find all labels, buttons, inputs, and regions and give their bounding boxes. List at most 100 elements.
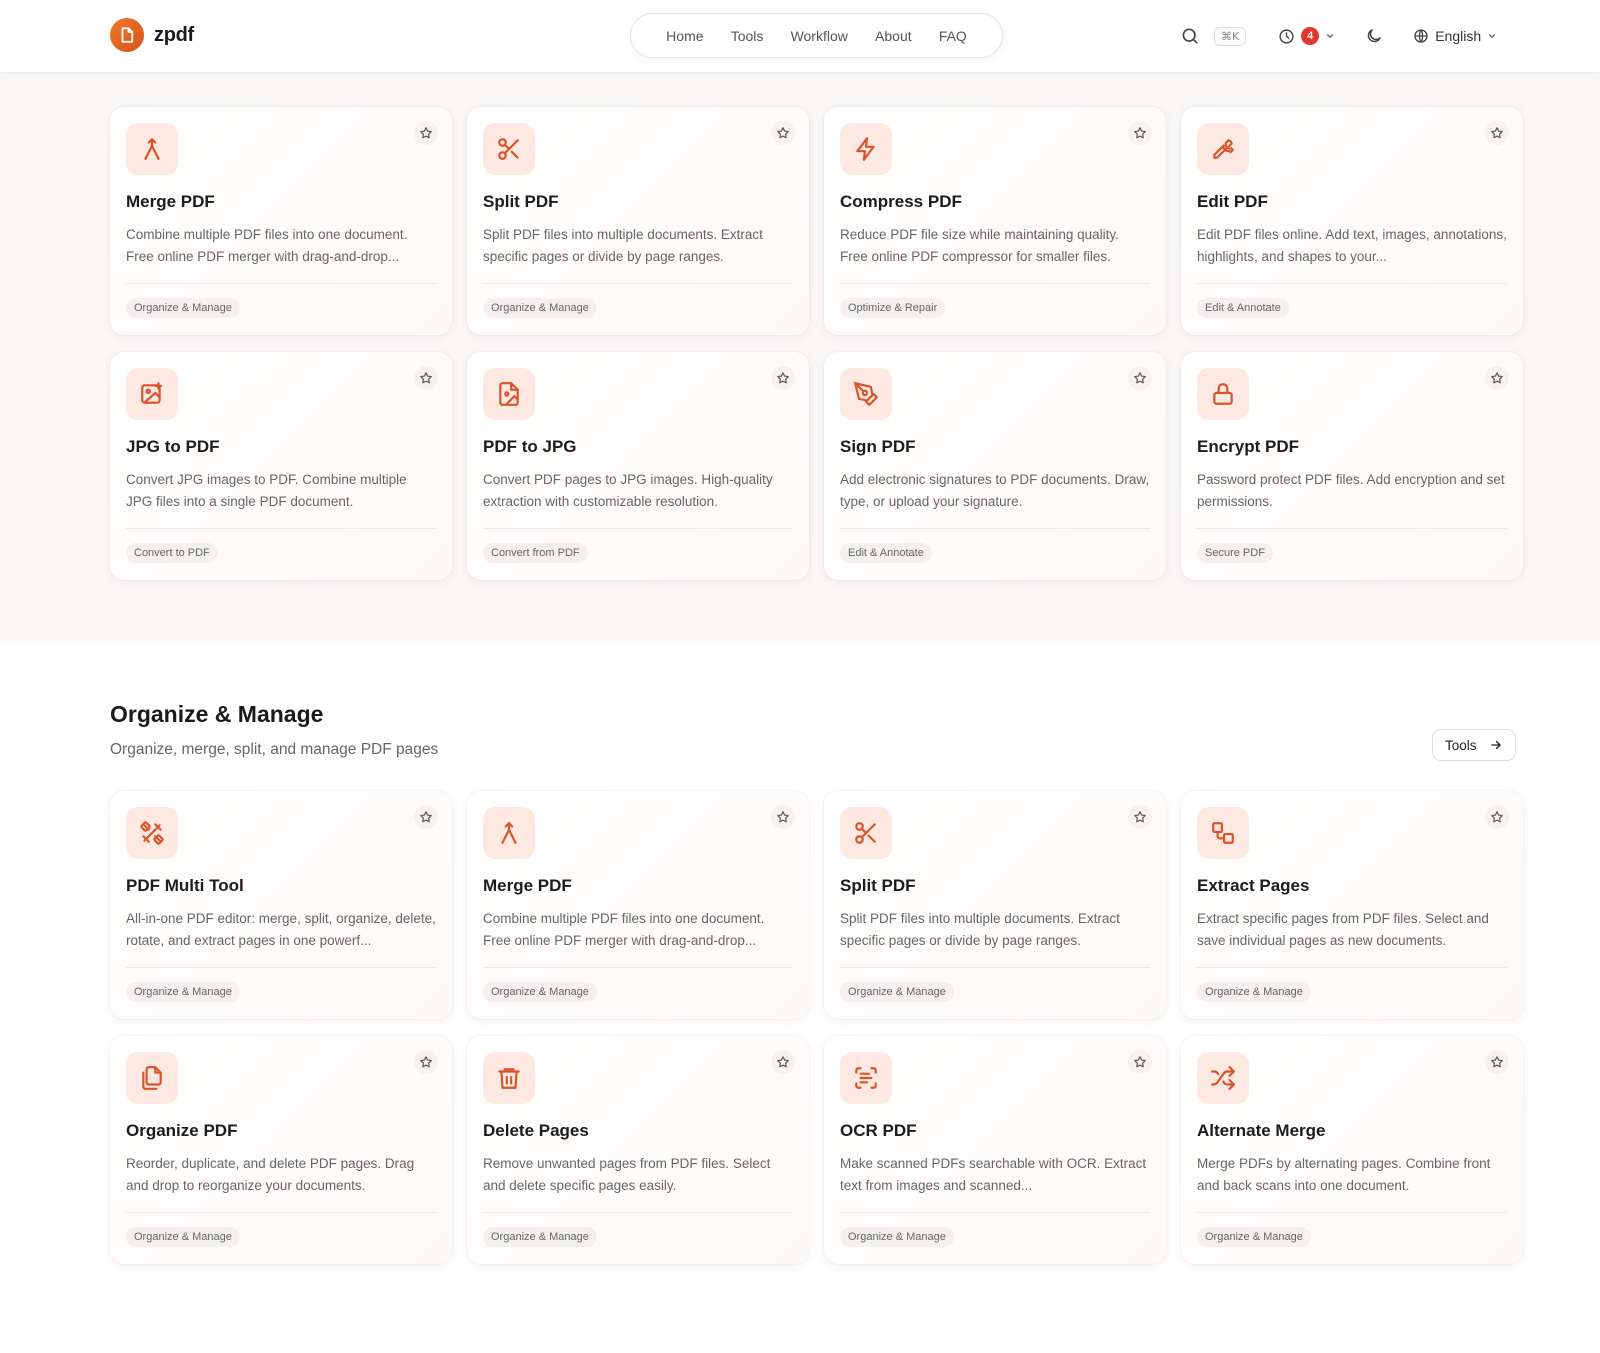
tool-card[interactable]: Split PDF Split PDF files into multiple … [824, 791, 1166, 1019]
history-button[interactable]: 4 [1278, 27, 1335, 45]
clock-icon [1279, 28, 1294, 44]
tool-title: PDF Multi Tool [126, 876, 244, 895]
tool-card[interactable]: JPG to PDF Convert JPG images to PDF. Co… [110, 352, 452, 580]
tool-description: Reduce PDF file size while maintaining q… [840, 227, 1119, 264]
scan-text-icon [855, 1067, 877, 1089]
favorite-star-button[interactable] [1485, 121, 1509, 145]
tool-card[interactable]: Sign PDF Add electronic signatures to PD… [824, 352, 1166, 580]
favorite-star-button[interactable] [1128, 121, 1152, 145]
tool-icon-wrapper [483, 1052, 535, 1104]
favorite-star-button[interactable] [1485, 805, 1509, 829]
tool-card[interactable]: OCR PDF Make scanned PDFs searchable wit… [824, 1036, 1166, 1264]
tool-icon-wrapper [1197, 123, 1249, 175]
favorite-star-button[interactable] [414, 366, 438, 390]
category-tag[interactable]: Organize & Manage [483, 298, 597, 318]
tool-card[interactable]: Alternate Merge Merge PDFs by alternatin… [1181, 1036, 1523, 1264]
multi-tool-icon [140, 821, 164, 845]
logo[interactable]: zpdf [110, 18, 194, 52]
favorite-star-button[interactable] [414, 1050, 438, 1074]
moon-icon[interactable] [1365, 27, 1383, 45]
favorite-star-button[interactable] [414, 805, 438, 829]
scissors-icon [855, 822, 876, 844]
category-tag[interactable]: Convert from PDF [483, 543, 588, 563]
tool-title: Merge PDF [483, 876, 572, 895]
category-tag[interactable]: Edit & Annotate [1197, 298, 1289, 318]
category-tag[interactable]: Organize & Manage [840, 1227, 954, 1247]
tool-icon-wrapper [840, 368, 892, 420]
card-divider [483, 528, 793, 529]
tool-title: Compress PDF [840, 192, 962, 211]
nav-about[interactable]: About [875, 28, 912, 44]
search-shortcut[interactable]: ⌘K [1214, 26, 1247, 46]
tool-title: Alternate Merge [1197, 1121, 1326, 1140]
tool-card[interactable]: Compress PDF Reduce PDF file size while … [824, 107, 1166, 335]
header-actions: ⌘K 4 English [1180, 22, 1497, 50]
logo-icon [110, 18, 144, 52]
nav-tools[interactable]: Tools [731, 28, 764, 44]
favorite-star-button[interactable] [1128, 366, 1152, 390]
favorite-star-button[interactable] [1128, 1050, 1152, 1074]
tool-description: Add electronic signatures to PDF documen… [840, 472, 1150, 509]
pen-tool-icon [854, 382, 878, 406]
category-tag[interactable]: Organize & Manage [126, 298, 240, 318]
category-tag[interactable]: Edit & Annotate [840, 543, 932, 563]
card-divider [840, 283, 1150, 284]
category-tag[interactable]: Organize & Manage [840, 982, 954, 1002]
tool-card[interactable]: Merge PDF Combine multiple PDF files int… [467, 791, 809, 1019]
view-tools-button[interactable]: Tools [1432, 729, 1516, 761]
category-tag[interactable]: Organize & Manage [1197, 1227, 1311, 1247]
nav-home[interactable]: Home [666, 28, 703, 44]
tool-icon-wrapper [483, 368, 535, 420]
star-icon [420, 372, 432, 384]
tool-title: Edit PDF [1197, 192, 1268, 211]
star-icon [777, 1056, 789, 1068]
tool-card[interactable]: Delete Pages Remove unwanted pages from … [467, 1036, 809, 1264]
nav-workflow[interactable]: Workflow [791, 28, 848, 44]
favorite-star-button[interactable] [771, 121, 795, 145]
tool-description: Combine multiple PDF files into one docu… [483, 911, 765, 948]
favorite-star-button[interactable] [1485, 1050, 1509, 1074]
file-image-icon [499, 382, 519, 406]
favorite-star-button[interactable] [414, 121, 438, 145]
tool-card[interactable]: Encrypt PDF Password protect PDF files. … [1181, 352, 1523, 580]
tool-icon-wrapper [840, 123, 892, 175]
card-divider [1197, 528, 1507, 529]
favorite-star-button[interactable] [771, 805, 795, 829]
star-icon [420, 127, 432, 139]
tool-title: Sign PDF [840, 437, 916, 456]
tool-title: Merge PDF [126, 192, 215, 211]
favorite-star-button[interactable] [1485, 366, 1509, 390]
category-tag[interactable]: Secure PDF [1197, 543, 1273, 563]
category-tag[interactable]: Organize & Manage [483, 1227, 597, 1247]
tool-description: Reorder, duplicate, and delete PDF pages… [126, 1156, 415, 1193]
category-tag[interactable]: Organize & Manage [126, 982, 240, 1002]
star-icon [777, 127, 789, 139]
tool-card[interactable]: Organize PDF Reorder, duplicate, and del… [110, 1036, 452, 1264]
nav-faq[interactable]: FAQ [939, 28, 967, 44]
brand-name: zpdf [154, 23, 194, 46]
search-icon[interactable] [1180, 26, 1200, 46]
category-tag[interactable]: Organize & Manage [1197, 982, 1311, 1002]
favorite-star-button[interactable] [771, 366, 795, 390]
favorite-star-button[interactable] [771, 1050, 795, 1074]
category-tag[interactable]: Optimize & Repair [840, 298, 946, 318]
favorite-star-button[interactable] [1128, 805, 1152, 829]
language-label: English [1435, 28, 1482, 44]
tool-title: Organize PDF [126, 1121, 238, 1140]
tool-description: Merge PDFs by alternating pages. Combine… [1197, 1156, 1491, 1193]
tool-card[interactable]: PDF Multi Tool All-in-one PDF editor: me… [110, 791, 452, 1019]
tool-card[interactable]: Edit PDF Edit PDF files online. Add text… [1181, 107, 1523, 335]
card-divider [840, 1212, 1150, 1213]
language-selector[interactable]: English [1413, 28, 1497, 44]
tool-description: Convert JPG images to PDF. Combine multi… [126, 472, 407, 509]
category-tag[interactable]: Organize & Manage [126, 1227, 240, 1247]
category-tag[interactable]: Convert to PDF [126, 543, 218, 563]
extract-icon [1212, 822, 1234, 844]
tool-card[interactable]: Merge PDF Combine multiple PDF files int… [110, 107, 452, 335]
tool-card[interactable]: Split PDF Split PDF files into multiple … [467, 107, 809, 335]
category-tag[interactable]: Organize & Manage [483, 982, 597, 1002]
tool-card[interactable]: PDF to JPG Convert PDF pages to JPG imag… [467, 352, 809, 580]
tool-icon-wrapper [126, 1052, 178, 1104]
star-icon [1491, 372, 1503, 384]
tool-card[interactable]: Extract Pages Extract specific pages fro… [1181, 791, 1523, 1019]
